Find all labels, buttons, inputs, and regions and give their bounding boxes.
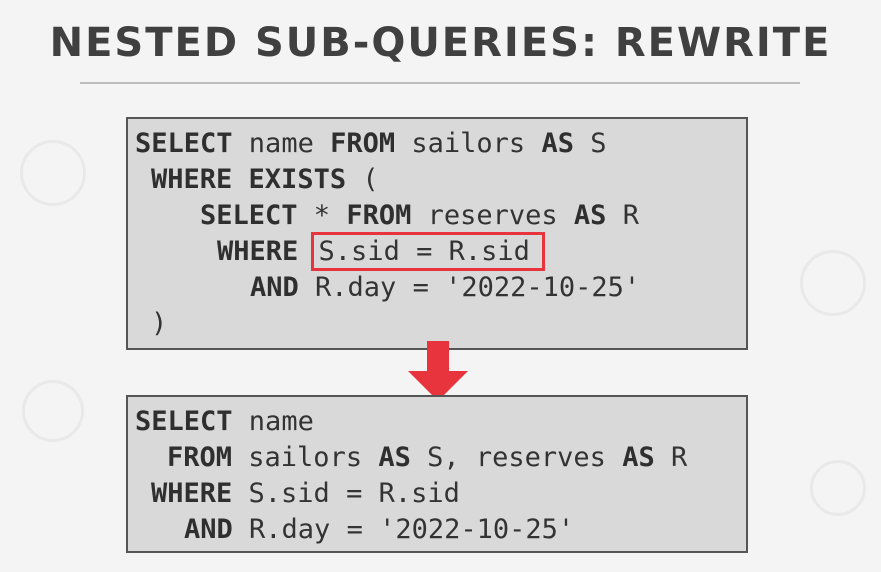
sql-keyword: WHERE [151,478,233,509]
sql-text: R.day = '2022-10-25' [298,272,641,303]
title-underline [80,82,800,84]
sql-keyword: AND [184,514,233,545]
code-line: WHERE EXISTS ( [135,162,746,198]
sql-text: ) [151,308,168,339]
code-line: AND R.day = '2022-10-25' [135,270,746,306]
sql-text: name [232,128,331,159]
sql-keyword: AS [622,442,655,473]
down-arrow-icon [408,341,468,401]
join-condition-highlight: S.sid = R.sid [310,232,545,271]
code-line: WHERE S.sid = R.sid [135,232,746,271]
code-line: SELECT * FROM reserves AS R [135,198,746,234]
slide-title: NESTED SUB-QUERIES: REWRITE [49,20,832,66]
sql-text: sailors [232,442,379,473]
sql-keyword: AS [378,442,411,473]
code-line: WHERE S.sid = R.sid [135,476,746,512]
sql-text: reserves [411,200,574,231]
background-decoration [800,250,866,316]
sql-text: R.day = '2022-10-25' [232,514,575,545]
background-decoration [20,140,86,206]
sql-keyword: AND [250,272,299,303]
code-line: SELECT name FROM sailors AS S [135,126,746,162]
sql-text: S, reserves [410,442,623,473]
sql-keyword: SELECT [135,406,233,437]
sql-keyword: FROM [346,200,412,231]
code-line: AND R.day = '2022-10-25' [135,512,746,548]
sql-text: sailors [395,128,542,159]
sql-text: R [606,200,639,231]
sql-keyword: WHERE [151,164,233,195]
sql-text: S [573,128,607,159]
sql-keyword: AS [573,200,607,231]
sql-text: S.sid = R.sid [232,478,460,509]
sql-keyword: FROM [330,128,396,159]
sql-text: R [654,442,688,473]
code-line: ) [135,306,746,342]
sql-text: * [297,200,347,231]
sql-text: name [232,406,314,437]
sql-keyword: AS [541,128,574,159]
code-line: FROM sailors AS S, reserves AS R [135,440,746,476]
code-line: SELECT name [135,404,746,440]
sql-keyword: SELECT [135,128,233,159]
sql-keyword: SELECT [200,200,298,231]
background-decoration [22,380,84,442]
sql-keyword: FROM [167,442,233,473]
sql-keyword: EXISTS [248,164,347,195]
original-query-box: SELECT name FROM sailors AS S WHERE EXIS… [126,117,748,350]
rewritten-query-box: SELECT name FROM sailors AS S, reserves … [126,395,748,553]
background-decoration [810,460,866,516]
sql-keyword: WHERE [217,236,299,267]
sql-text: ( [346,164,379,195]
